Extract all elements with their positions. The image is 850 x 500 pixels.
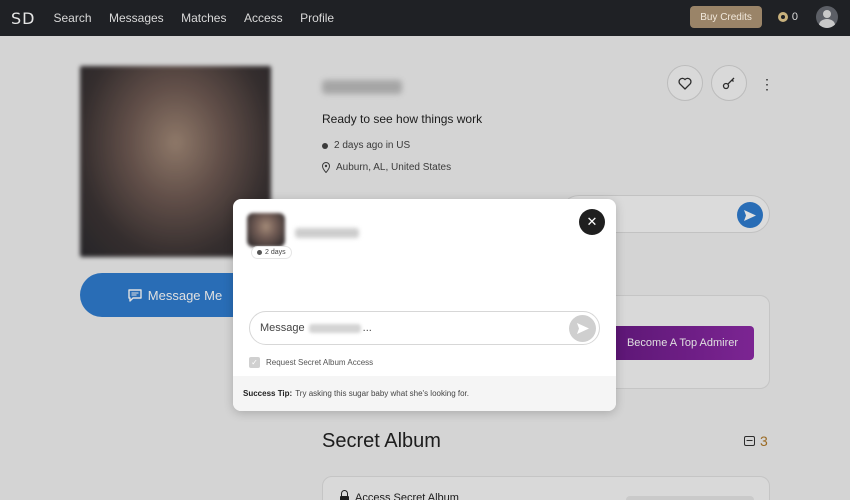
buy-credits-button[interactable]: Buy Credits — [690, 6, 762, 28]
nav-profile[interactable]: Profile — [300, 11, 334, 25]
credits-value: 0 — [791, 11, 798, 23]
tip-label: Success Tip: — [243, 389, 293, 398]
logo[interactable]: SD — [11, 9, 35, 28]
request-access-option[interactable]: ✓ Request Secret Album Access — [249, 357, 373, 368]
nav-messages[interactable]: Messages — [109, 11, 164, 25]
close-icon[interactable]: ✕ — [579, 209, 605, 235]
send-button[interactable] — [569, 315, 596, 342]
tip-text: Try asking this sugar baby what she's lo… — [295, 389, 469, 398]
recipient-name-placeholder-blurred — [308, 323, 361, 333]
nav-access[interactable]: Access — [244, 11, 283, 25]
request-access-label: Request Secret Album Access — [266, 358, 374, 367]
nav-right-tools: Buy Credits 0 — [690, 6, 838, 28]
recipient-name-blurred — [295, 228, 359, 238]
message-placeholder-suffix: ... — [362, 322, 372, 334]
message-modal: 2 days ✕ Message ... ✓ Request Secret Al… — [233, 199, 616, 411]
message-placeholder-prefix: Message — [260, 322, 305, 334]
coin-icon — [777, 12, 788, 22]
nav-matches[interactable]: Matches — [181, 11, 226, 25]
nav-search[interactable]: Search — [53, 11, 91, 25]
success-tip: Success Tip: Try asking this sugar baby … — [233, 376, 616, 411]
send-icon — [576, 323, 589, 334]
recipient-avatar — [247, 213, 285, 247]
message-input[interactable]: Message ... — [249, 311, 600, 345]
recipient-status-badge: 2 days — [251, 246, 292, 259]
top-nav: SD Search Messages Matches Access Profil… — [0, 0, 850, 36]
request-access-checkbox[interactable]: ✓ — [249, 357, 260, 368]
credits-counter[interactable]: 0 — [777, 11, 798, 23]
status-dot-icon — [257, 250, 262, 255]
recipient-status-text: 2 days — [265, 249, 286, 256]
user-avatar[interactable] — [816, 6, 838, 28]
nav-links: Search Messages Matches Access Profile — [53, 9, 347, 27]
